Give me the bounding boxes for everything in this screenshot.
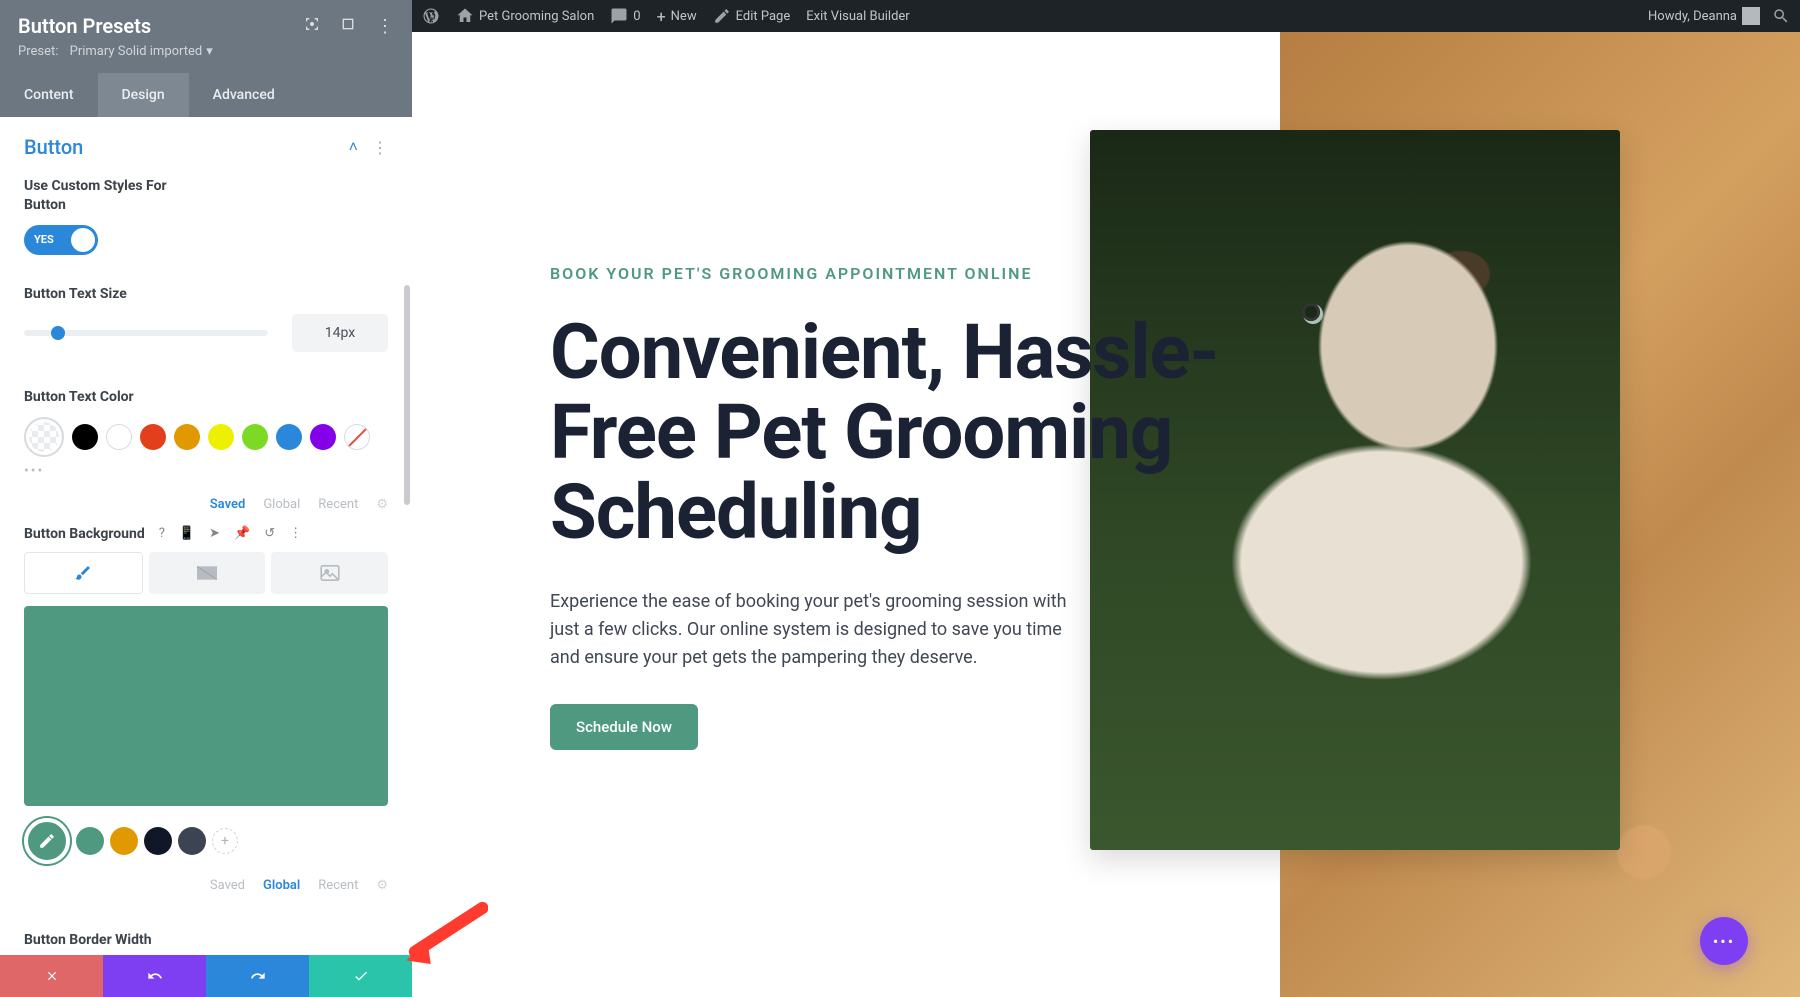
bgtab-gradient[interactable]	[149, 552, 266, 594]
panel-tabs: Content Design Advanced	[0, 73, 412, 117]
toggle-custom-styles[interactable]: YES	[24, 225, 98, 255]
comments-link[interactable]: 0	[610, 7, 640, 25]
swatch-red[interactable]	[140, 424, 166, 450]
background-preview[interactable]	[24, 606, 388, 806]
bgtab-image[interactable]	[271, 552, 388, 594]
label-background: Button Background	[24, 526, 145, 542]
label-custom-styles: Use Custom Styles For Button	[24, 177, 194, 215]
preset-selector[interactable]: Preset: Primary Solid imported ▾	[18, 44, 213, 69]
scrollbar[interactable]	[404, 285, 410, 505]
colortab-recent[interactable]: Recent	[318, 497, 358, 512]
swatch-none[interactable]	[344, 424, 370, 450]
global-swatch-3[interactable]	[144, 827, 172, 855]
panel-footer	[0, 955, 412, 997]
color-source-tabs-1: Saved Global Recent ⚙	[0, 487, 412, 518]
gear-icon-2[interactable]: ⚙	[376, 878, 388, 893]
wp-logo-icon[interactable]	[422, 7, 440, 25]
picker-current-color[interactable]	[24, 818, 70, 864]
settings-panel: Button Presets ⋮ Preset: Primary Solid i…	[0, 0, 412, 997]
global-swatch-4[interactable]	[178, 827, 206, 855]
panel-title: Button Presets	[18, 14, 151, 38]
howdy-user[interactable]: Howdy, Deanna	[1648, 7, 1760, 25]
add-global-swatch[interactable]: +	[212, 828, 238, 854]
panel-body: Button ˄ ⋮ Use Custom Styles For Button …	[0, 117, 412, 997]
cursor-icon[interactable]: ➤	[209, 526, 220, 541]
save-button[interactable]	[309, 955, 412, 997]
label-border-width: Button Border Width	[24, 931, 388, 950]
kebab-icon[interactable]: ⋮	[376, 16, 394, 37]
chevron-down-icon: ▾	[206, 44, 213, 59]
swatch-green[interactable]	[242, 424, 268, 450]
tab-advanced[interactable]: Advanced	[189, 73, 299, 117]
help-icon[interactable]: ?	[159, 526, 165, 541]
colortab2-recent[interactable]: Recent	[318, 878, 358, 893]
hero-headline: Convenient, Hassle-Free Pet Grooming Sch…	[550, 313, 1230, 552]
cancel-button[interactable]	[0, 955, 103, 997]
wp-admin-bar: Pet Grooming Salon 0 + New Edit Page Exi…	[412, 0, 1800, 32]
swatch-purple[interactable]	[310, 424, 336, 450]
global-swatch-2[interactable]	[110, 827, 138, 855]
panel-header: Button Presets ⋮ Preset: Primary Solid i…	[0, 0, 412, 73]
hero-eyebrow: BOOK YOUR PET'S GROOMING APPOINTMENT ONL…	[550, 264, 1230, 283]
more-swatches-icon[interactable]: •••	[24, 457, 388, 479]
site-name-link[interactable]: Pet Grooming Salon	[456, 7, 594, 25]
fab-more-button[interactable]: •••	[1700, 917, 1748, 965]
edit-page-link[interactable]: Edit Page	[713, 7, 791, 25]
colortab-saved[interactable]: Saved	[210, 497, 246, 512]
bgtab-color[interactable]	[24, 552, 143, 594]
new-link[interactable]: + New	[657, 7, 697, 26]
section-kebab-icon[interactable]: ⋮	[372, 138, 388, 157]
color-source-tabs-2: Saved Global Recent ⚙	[0, 868, 412, 899]
focus-icon[interactable]	[304, 16, 320, 36]
colortab2-saved[interactable]: Saved	[210, 878, 245, 893]
gear-icon[interactable]: ⚙	[376, 497, 388, 512]
reset-icon[interactable]: ↺	[264, 526, 275, 541]
slider-thumb[interactable]	[51, 326, 65, 340]
tab-design[interactable]: Design	[98, 73, 189, 117]
section-title-button[interactable]: Button	[24, 135, 83, 159]
swatch-orange[interactable]	[174, 424, 200, 450]
colortab2-global[interactable]: Global	[263, 878, 300, 893]
hero-body: Experience the ease of booking your pet'…	[550, 588, 1080, 672]
expand-icon[interactable]	[340, 16, 356, 36]
label-text-color: Button Text Color	[24, 388, 388, 407]
input-text-size[interactable]	[292, 314, 388, 352]
undo-button[interactable]	[103, 955, 206, 997]
bg-kebab-icon[interactable]: ⋮	[289, 526, 302, 541]
swatch-blue[interactable]	[276, 424, 302, 450]
page-preview: BOOK YOUR PET'S GROOMING APPOINTMENT ONL…	[412, 32, 1800, 997]
pin-icon[interactable]: 📌	[234, 526, 250, 541]
tab-content[interactable]: Content	[0, 73, 98, 117]
search-icon[interactable]	[1772, 7, 1790, 25]
schedule-now-button[interactable]: Schedule Now	[550, 704, 698, 750]
phone-icon[interactable]: 📱	[179, 526, 195, 541]
label-text-size: Button Text Size	[24, 285, 388, 304]
swatch-current-empty[interactable]	[24, 417, 64, 457]
slider-text-size[interactable]	[24, 330, 268, 336]
avatar	[1742, 7, 1760, 25]
exit-visual-builder[interactable]: Exit Visual Builder	[806, 9, 909, 24]
chevron-up-icon[interactable]: ˄	[349, 137, 358, 157]
global-swatch-1[interactable]	[76, 827, 104, 855]
swatch-yellow[interactable]	[208, 424, 234, 450]
toggle-knob	[71, 228, 95, 252]
redo-button[interactable]	[206, 955, 309, 997]
swatch-black[interactable]	[72, 424, 98, 450]
swatch-white[interactable]	[106, 424, 132, 450]
colortab-global[interactable]: Global	[263, 497, 300, 512]
